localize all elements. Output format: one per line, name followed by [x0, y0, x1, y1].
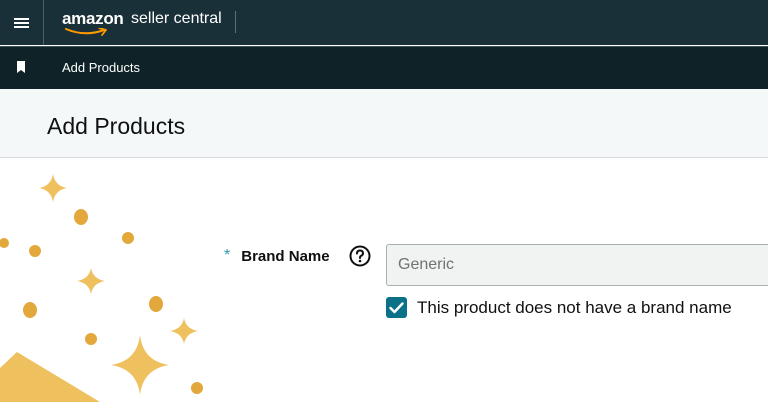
page-header: Add Products	[0, 89, 768, 158]
question-circle-icon[interactable]	[349, 245, 371, 267]
breadcrumb-add-products[interactable]: Add Products	[62, 60, 140, 75]
decor-dot	[23, 302, 37, 318]
decor-dot	[122, 232, 134, 244]
logo-seller-central-text: seller central	[131, 10, 222, 27]
decor-dot	[0, 238, 9, 248]
breadcrumb-bar: Add Products	[0, 46, 768, 89]
logo-divider	[235, 11, 236, 33]
top-navigation-bar: amazon seller central	[0, 0, 768, 45]
decor-triangle	[0, 352, 100, 402]
brand-name-label: Brand Name	[241, 247, 330, 265]
brand-name-input[interactable]	[386, 244, 768, 286]
bookmark-icon[interactable]	[16, 61, 26, 74]
logo-amazon-text: amazon	[62, 9, 124, 28]
sparkle-star	[39, 174, 67, 202]
brand-name-label-row: * Brand Name	[224, 245, 330, 267]
decor-dot	[29, 245, 41, 257]
page-title: Add Products	[47, 113, 186, 139]
decor-dot	[191, 382, 203, 394]
sparkle-decoration-illustration	[0, 174, 203, 402]
required-marker: *	[224, 247, 231, 264]
sparkle-star	[170, 318, 198, 344]
checkmark-icon	[389, 301, 404, 313]
no-brand-checkbox-label[interactable]: This product does not have a brand name	[417, 298, 732, 318]
no-brand-checkbox[interactable]	[386, 297, 407, 318]
sparkle-star	[111, 335, 169, 395]
decor-dot	[149, 296, 163, 312]
hamburger-menu-button[interactable]	[0, 0, 44, 45]
decor-dot	[85, 333, 97, 345]
amazon-smile-icon	[65, 28, 107, 36]
hamburger-menu-icon	[14, 16, 29, 30]
seller-central-logo[interactable]: amazon seller central	[62, 9, 232, 37]
sparkle-star	[77, 268, 105, 294]
decor-dot	[74, 209, 88, 225]
